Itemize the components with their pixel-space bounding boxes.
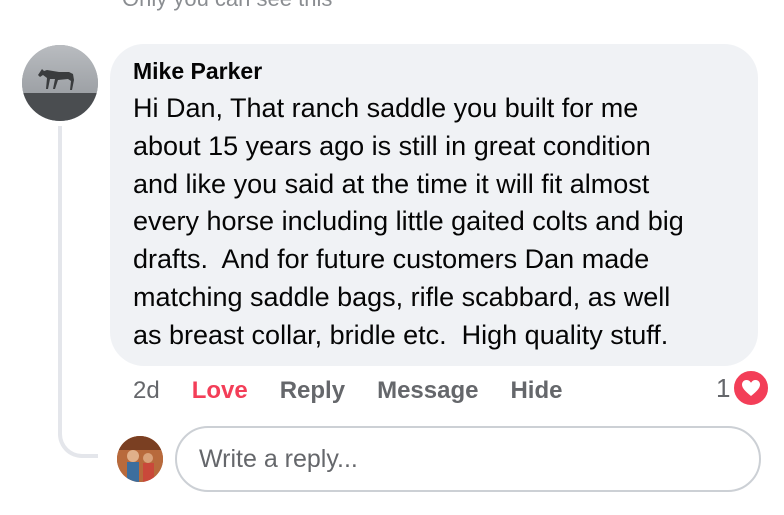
comment-text-line: about 15 years ago is still in great con… [133,130,651,161]
comment-text: Hi Dan, That ranch saddle you built for … [133,90,745,355]
user-avatar-image [117,436,163,482]
thread-connector-line [58,126,98,458]
reaction-count: 1 [716,372,731,403]
comment-actions: 2d Love Reply Message Hide [133,374,562,408]
comment-text-line: drafts. And for future customers Dan mad… [133,244,650,275]
heart-icon [732,369,771,407]
comment-author-name[interactable]: Mike Parker [133,58,262,85]
current-user-avatar[interactable] [117,436,163,482]
comment-timestamp[interactable]: 2d [133,377,160,405]
reply-input[interactable] [175,426,761,492]
reaction-summary[interactable]: 1 [716,369,771,407]
comment-text-line: Hi Dan, That ranch saddle you built for … [133,93,639,123]
comment-text-line: as breast collar, bridle etc. High quali… [133,319,669,350]
comment-text-line: matching saddle bags, rifle scabbard, as… [133,281,671,312]
comment-text-line: every horse including little gaited colt… [133,206,684,237]
hide-button[interactable]: Hide [510,377,562,405]
reply-button[interactable]: Reply [280,377,345,405]
visibility-note: Only you can see this [122,0,332,12]
comment-text-line: and like you said at the time it will fi… [133,168,650,199]
message-button[interactable]: Message [377,377,478,405]
love-button[interactable]: Love [192,377,248,405]
commenter-avatar[interactable] [22,45,98,121]
horse-silhouette-avatar-image [22,45,98,121]
